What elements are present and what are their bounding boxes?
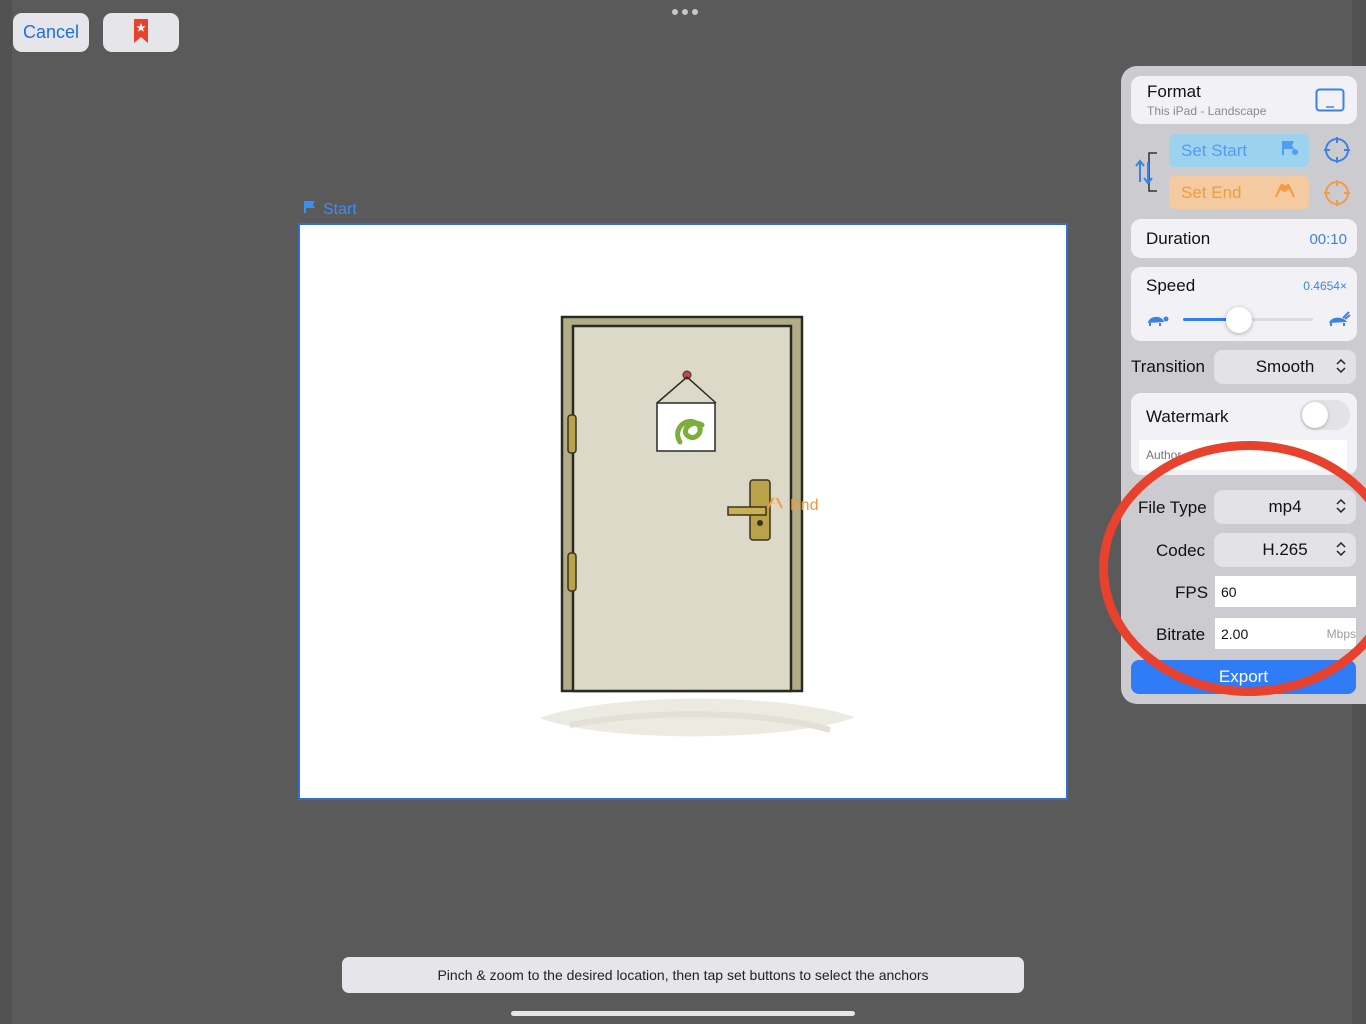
swap-anchors-button[interactable] [1133,152,1167,197]
transition-label: Transition [1131,357,1206,376]
checkered-flags-icon [764,496,786,515]
set-end-button[interactable]: Set End [1169,176,1309,209]
bookmark-button[interactable] [103,13,179,52]
flag-location-icon [1281,140,1299,161]
left-edge [0,0,12,1024]
set-end-label: Set End [1181,182,1242,202]
format-subtitle: This iPad - Landscape [1147,104,1267,118]
preview-canvas[interactable] [298,223,1068,800]
codec-value: H.265 [1262,540,1308,559]
door-illustration [540,315,855,737]
speed-slider-thumb[interactable] [1225,307,1252,333]
bitrate-label: Bitrate [1156,625,1206,644]
fps-value: 60 [1221,583,1237,600]
codec-label: Codec [1156,541,1206,560]
locate-end-icon[interactable] [1323,179,1351,212]
cancel-button[interactable]: Cancel [13,13,89,52]
format-row[interactable]: Format This iPad - Landscape [1131,76,1357,124]
bitrate-input[interactable]: 2.00 Mbps [1215,618,1356,649]
ipad-landscape-icon [1315,88,1345,117]
fps-label: FPS [1175,583,1209,602]
set-start-button[interactable]: Set Start [1169,134,1309,167]
up-down-chevron-icon [1336,498,1346,519]
export-settings-panel: Format This iPad - Landscape Set Start S… [1121,66,1366,704]
speed-row: Speed 0.4654× [1131,267,1357,341]
watermark-row: Watermark [1131,393,1357,475]
start-anchor-label: Start [303,200,357,219]
rabbit-icon [1327,311,1351,332]
locate-start-icon[interactable] [1323,136,1351,169]
up-down-chevron-icon [1336,541,1346,562]
up-down-chevron-icon [1336,358,1346,379]
duration-value[interactable]: 00:10 [1309,231,1347,248]
instruction-hint: Pinch & zoom to the desired location, th… [342,957,1024,993]
transition-select[interactable]: Smooth [1214,350,1356,384]
duration-row[interactable]: Duration 00:10 [1131,219,1357,258]
file-type-select[interactable]: mp4 [1214,490,1356,524]
home-indicator[interactable] [511,1011,855,1016]
speed-label: Speed [1146,276,1196,295]
transition-value: Smooth [1255,357,1315,376]
file-type-label: File Type [1138,498,1207,517]
flag-icon [303,200,317,219]
watermark-label: Watermark [1146,407,1229,426]
watermark-text-input[interactable] [1139,440,1347,470]
turtle-icon [1145,311,1169,332]
multitasking-dots[interactable] [672,9,698,15]
bitrate-unit: Mbps [1326,626,1356,641]
end-anchor-label: End [764,496,818,515]
bitrate-value: 2.00 [1221,625,1249,642]
codec-select[interactable]: H.265 [1214,533,1356,567]
set-start-label: Set Start [1181,140,1248,160]
file-type-value: mp4 [1268,497,1302,516]
format-title: Format [1147,82,1201,101]
export-button[interactable]: Export [1131,660,1356,694]
speed-value: 0.4654× [1303,279,1347,293]
checkered-flags-icon [1271,181,1299,204]
bookmark-star-icon [133,18,149,47]
watermark-toggle[interactable] [1300,400,1350,430]
duration-label: Duration [1146,229,1211,248]
fps-input[interactable]: 60 [1215,576,1356,607]
